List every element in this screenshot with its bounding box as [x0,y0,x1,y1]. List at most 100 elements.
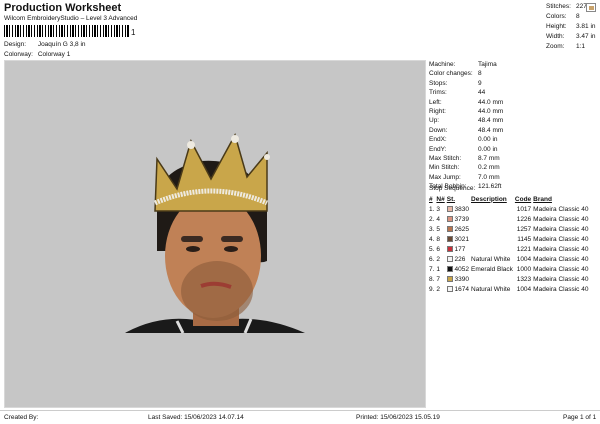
thread-swatch-cell: 3390 [446,274,471,284]
thread-swatch-cell: 226 [446,254,471,264]
color-swatch [446,285,453,292]
thread-swatch-cell: 2625 [446,224,471,234]
color-swatch [446,275,453,282]
info-label: Color changes: [429,70,473,78]
thread-brand: Madeira Classic 40 [533,285,589,293]
needle-number: 5 [436,225,441,233]
color-swatch [446,245,453,252]
color-swatch [446,235,453,242]
stop-index: 8. [429,275,435,283]
table-row: 6. 2 226 Natural White 1004 Madeira Classic … [429,254,590,264]
info-value: 44 [478,89,486,97]
thread-number: 4052 [454,265,470,273]
barcode-suffix: 1 [131,28,136,37]
info-value: Tajima [478,61,497,68]
info-label: Machine: [429,61,456,68]
thread-swatch-cell: 4052 [446,264,471,274]
stat-value: 1:1 [576,43,586,50]
info-label: Stops: [429,79,448,87]
thread-description [471,234,515,244]
thread-swatch-cell: 3021 [446,234,471,244]
color-swatch [446,265,453,272]
stop-index: 5. [429,245,435,253]
table-row: 7. 1 4052 Emerald Black 1000 Madeira Classic… [429,264,590,274]
table-row: 1. 3 3830 1017 Madeira Classic 40 [429,204,590,214]
col-header: St. [446,195,456,203]
info-value: 44.0 mm [478,108,504,116]
needle-number: 2 [436,285,441,293]
thread-code: 1145 [517,235,532,243]
info-label: Down: [429,126,448,134]
table-row: 9. 2 1674 Natural White 1004 Madeira Classic… [429,284,590,294]
table-row: 4. 8 3021 1145 Madeira Classic 40 [429,234,590,244]
info-value: 48.4 mm [478,117,504,125]
colorway-value: Colorway 1 [37,51,71,58]
stop-index: 9. [429,285,435,293]
thread-number: 177 [454,245,466,253]
thread-number: 3830 [454,205,470,213]
colorway-label: Colorway: [4,51,33,58]
thread-number: 226 [454,255,466,263]
color-swatch [446,205,453,212]
thread-number: 1674 [454,285,470,293]
info-value: 44.0 mm [478,98,504,106]
info-value: 0.2 mm [478,164,500,172]
page-title: Production Worksheet [4,2,122,14]
color-swatch [446,215,453,222]
stop-sequence-table: # N# St. Description Code Brand 1. 3 3830… [429,194,590,294]
info-value: 7.0 mm [478,173,500,181]
info-value: 121.62ft [478,183,502,191]
design-row: Design: Joaquín G 3,8 in [4,41,86,48]
stop-sequence-title: Stop Sequence: [429,185,476,192]
thread-description [471,274,515,284]
info-label: Min Stitch: [429,164,460,172]
info-label: Max Stitch: [429,155,462,163]
thread-number: 3739 [454,215,470,223]
needle-number: 4 [436,215,441,223]
info-value: 0.00 in [478,136,498,144]
barcode [4,25,130,37]
col-header: # [429,195,433,203]
table-row: 8. 7 3390 1323 Madeira Classic 40 [429,274,590,284]
thread-number: 3021 [454,235,470,243]
thread-code: 1221 [516,245,532,253]
thread-brand: Madeira Classic 40 [533,235,589,243]
colorway-row: Colorway: Colorway 1 [4,51,70,58]
needle-number: 6 [436,245,441,253]
info-label: Right: [429,108,446,116]
info-value: 0.00 in [478,145,498,153]
thread-code: 1000 [516,265,532,273]
stat-label: Height: [546,23,567,30]
needle-number: 2 [436,255,441,263]
info-label: Max Jump: [429,173,461,181]
needle-number: 7 [436,275,441,283]
table-row: 5. 6 177 1221 Madeira Classic 40 [429,244,590,254]
col-header: N# [436,195,445,203]
info-value: 8 [478,70,482,78]
col-header: Description [471,195,507,203]
stat-value: 3.81 in [576,23,596,30]
stop-index: 2. [429,215,435,223]
thread-description [471,224,515,234]
stat-label: Zoom: [546,43,565,50]
thread-description [471,204,515,214]
info-label: EndX: [429,136,447,144]
thread-code: 1004 [516,285,532,293]
design-label: Design: [4,41,27,48]
page-number: Page 1 of 1 [563,414,597,421]
stop-index: 6. [429,255,435,263]
stat-label: Colors: [546,13,567,20]
needle-number: 1 [436,265,441,273]
design-value: Joaquín G 3,8 in [37,41,86,48]
info-value: 8.7 mm [478,155,500,163]
thread-number: 3390 [454,275,470,283]
software-subtitle: Wilcom EmbroideryStudio – Level 3 Advanc… [4,15,138,22]
thread-description [471,244,515,254]
stat-value: 3.47 in [576,33,596,40]
table-row: 2. 4 3739 1226 Madeira Classic 40 [429,214,590,224]
thread-brand: Madeira Classic 40 [533,215,589,223]
thread-brand: Madeira Classic 40 [533,275,589,283]
thread-description: Natural White [471,255,511,263]
embroidery-portrait-image [125,133,305,334]
thread-code: 1257 [516,225,532,233]
